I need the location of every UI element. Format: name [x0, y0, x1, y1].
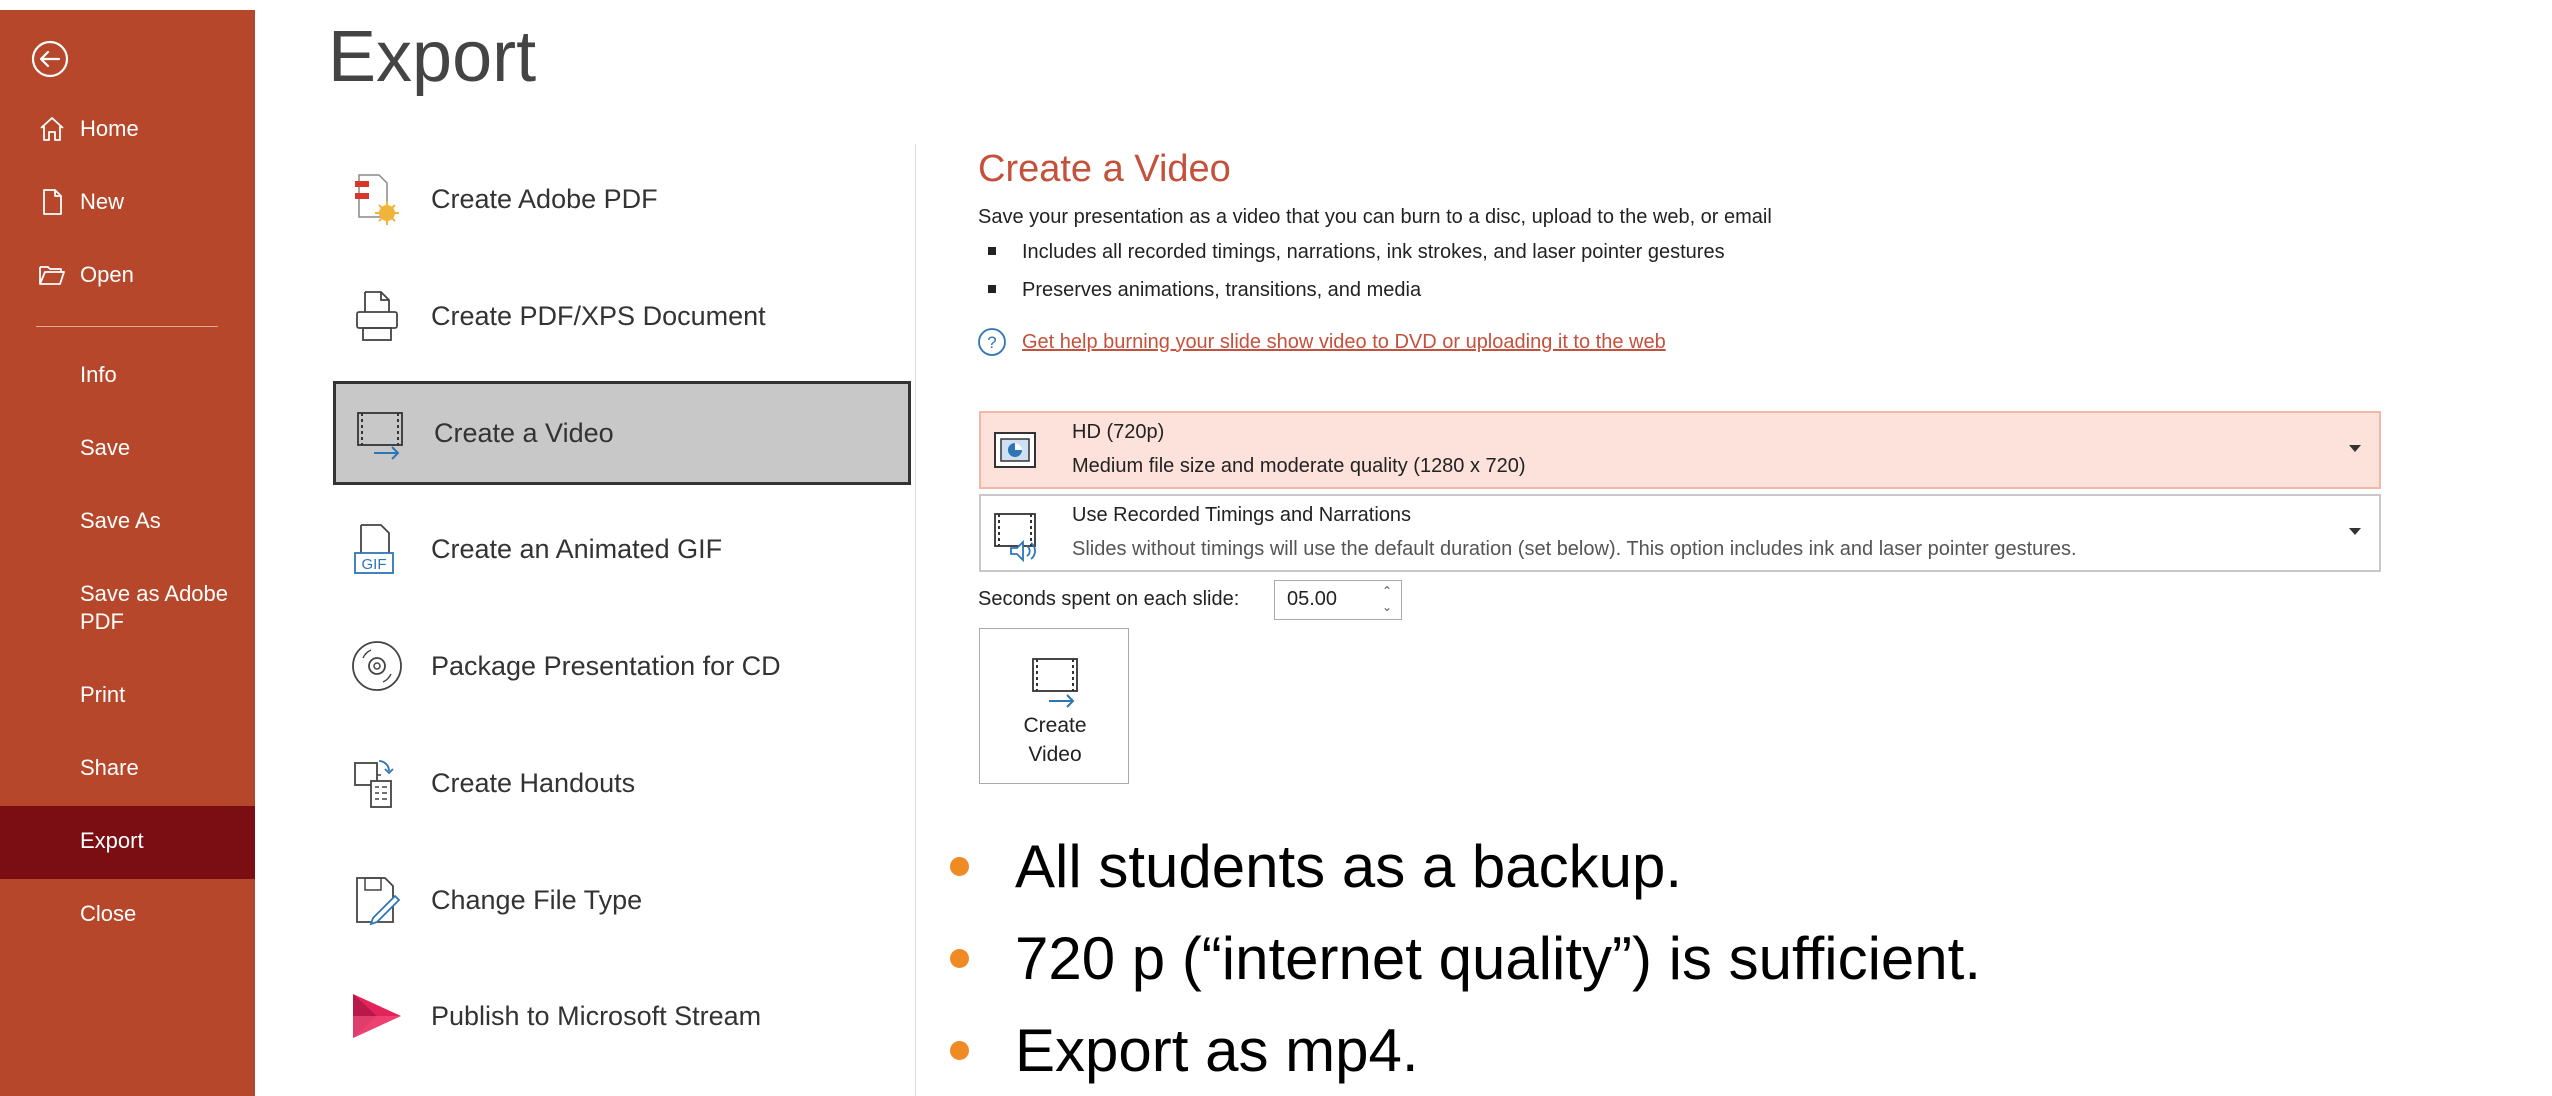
help-link[interactable]: Get help burning your slide show video t… [1022, 331, 1666, 354]
create-video-button[interactable]: Create Video [979, 628, 1129, 784]
bullet-marker [988, 284, 996, 293]
slide-bullet-text: 720 p (“internet quality”) is sufficient… [1015, 925, 1982, 992]
svg-text:?: ? [987, 333, 996, 352]
handouts-icon [345, 751, 409, 815]
timings-title: Use Recorded Timings and Narrations [1072, 504, 1412, 526]
spin-up-icon[interactable]: ⌃ [1379, 583, 1395, 599]
option-label: Create an Animated GIF [431, 533, 723, 564]
nav-new-label: New [80, 189, 125, 214]
video-icon [1027, 655, 1083, 711]
backstage-sidebar: Home New Open Info Save Save As Save as … [0, 10, 255, 1096]
bullet-dot [950, 1041, 969, 1060]
panel-bullet: Preserves animations, transitions, and m… [988, 279, 1421, 302]
create-video-label-line2: Video [1028, 743, 1082, 766]
video-quality-title: HD (720p) [1072, 421, 1165, 443]
nav-save[interactable]: Save [80, 434, 250, 462]
slide-bullet-text: Export as mp4. [1015, 1017, 1419, 1084]
spin-down-icon[interactable]: ⌄ [1379, 599, 1395, 615]
option-create-adobe-pdf[interactable]: Create Adobe PDF [333, 147, 911, 251]
timings-dropdown[interactable]: Use Recorded Timings and Narrations Slid… [979, 494, 2381, 572]
panel-bullet: Includes all recorded timings, narration… [988, 241, 1725, 264]
stream-icon [345, 984, 409, 1048]
change-file-type-icon [345, 868, 409, 932]
option-create-video[interactable]: Create a Video [333, 381, 911, 485]
home-icon [34, 111, 70, 147]
option-package-for-cd[interactable]: Package Presentation for CD [333, 614, 911, 718]
cd-icon [345, 634, 409, 698]
nav-open-label: Open [80, 262, 134, 287]
monitor-quality-icon [991, 427, 1043, 479]
svg-text:GIF: GIF [362, 556, 387, 573]
back-arrow-icon [31, 40, 69, 78]
option-change-file-type[interactable]: Change File Type [333, 848, 911, 952]
create-video-label: Create Video [980, 711, 1130, 769]
seconds-label: Seconds spent on each slide: [978, 588, 1240, 610]
seconds-stepper[interactable]: ⌃ ⌄ [1274, 580, 1402, 620]
option-label: Create a Video [434, 417, 614, 448]
adobe-pdf-icon [345, 167, 409, 231]
option-label: Create Adobe PDF [431, 183, 658, 214]
seconds-spin-buttons[interactable]: ⌃ ⌄ [1379, 583, 1395, 617]
video-icon [348, 401, 412, 465]
gif-icon: GIF [345, 517, 409, 581]
chevron-down-icon [2349, 528, 2361, 535]
bullet-dot [950, 857, 969, 876]
back-arrow-button[interactable] [26, 35, 74, 83]
panel-divider [915, 144, 916, 1096]
slide-bullet: 720 p (“internet quality”) is sufficient… [950, 924, 1981, 993]
option-create-animated-gif[interactable]: GIF Create an Animated GIF [333, 497, 911, 601]
option-label: Publish to Microsoft Stream [431, 1000, 762, 1031]
nav-export[interactable]: Export [80, 827, 250, 855]
page-title: Export [328, 17, 537, 97]
slide-bullet: Export as mp4. [950, 1016, 1419, 1085]
narration-icon [991, 510, 1043, 563]
nav-save-as[interactable]: Save As [80, 507, 250, 535]
new-document-icon [34, 184, 70, 220]
create-video-label-line1: Create [1023, 714, 1087, 737]
panel-bullet-text: Includes all recorded timings, narration… [1022, 241, 1725, 263]
video-quality-subtitle: Medium file size and moderate quality (1… [1072, 455, 1526, 477]
bullet-dot [950, 949, 969, 968]
panel-bullet-text: Preserves animations, transitions, and m… [1022, 279, 1422, 301]
panel-description: Save your presentation as a video that y… [978, 206, 1772, 228]
option-label: Package Presentation for CD [431, 650, 781, 681]
nav-home-label: Home [80, 116, 139, 141]
option-label: Create Handouts [431, 767, 636, 798]
option-create-pdf-xps[interactable]: Create PDF/XPS Document [333, 264, 911, 368]
pdf-xps-icon [345, 284, 409, 348]
option-label: Create PDF/XPS Document [431, 300, 766, 331]
bullet-marker [988, 246, 996, 255]
help-row: ? Get help burning your slide show video… [976, 326, 1666, 358]
open-folder-icon [34, 257, 70, 293]
seconds-input[interactable] [1285, 587, 1369, 612]
slide-bullet: All students as a backup. [950, 832, 1682, 901]
help-icon: ? [978, 328, 1006, 356]
video-quality-dropdown[interactable]: HD (720p) Medium file size and moderate … [979, 411, 2381, 489]
nav-save-as-adobe-pdf[interactable]: Save as Adobe PDF [80, 580, 250, 636]
nav-print[interactable]: Print [80, 681, 250, 709]
slide-bullet-text: All students as a backup. [1015, 833, 1683, 900]
nav-open[interactable]: Open [0, 239, 255, 311]
nav-divider [36, 326, 218, 327]
panel-title: Create a Video [978, 148, 1231, 190]
nav-home[interactable]: Home [0, 93, 255, 165]
nav-new[interactable]: New [0, 166, 255, 238]
option-publish-to-stream[interactable]: Publish to Microsoft Stream [333, 964, 911, 1068]
chevron-down-icon [2349, 445, 2361, 452]
timings-subtitle: Slides without timings will use the defa… [1072, 538, 2077, 560]
nav-share[interactable]: Share [80, 754, 250, 782]
option-create-handouts[interactable]: Create Handouts [333, 731, 911, 835]
option-label: Change File Type [431, 884, 643, 915]
nav-info[interactable]: Info [80, 361, 250, 389]
nav-close[interactable]: Close [80, 900, 250, 928]
